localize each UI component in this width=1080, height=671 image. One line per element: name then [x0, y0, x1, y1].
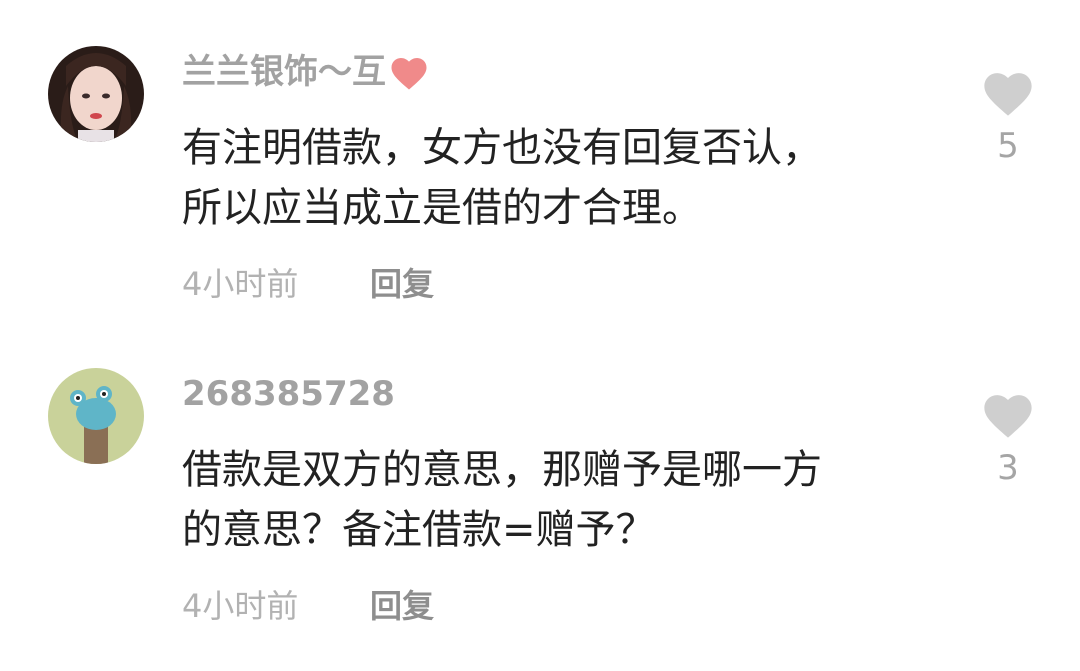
- comment-text-line: 有注明借款，女方也没有回复否认，: [182, 125, 822, 171]
- heart-icon: [388, 52, 430, 92]
- avatar[interactable]: [48, 368, 144, 464]
- username[interactable]: 268385728: [182, 372, 395, 416]
- comment-text-line: 的意思？备注借款=赠予？: [182, 507, 656, 553]
- heart-icon: [984, 395, 1032, 438]
- like-button[interactable]: 3: [976, 388, 1040, 488]
- timestamp: 4小时前: [182, 265, 299, 303]
- avatar[interactable]: [48, 46, 144, 142]
- heart-icon: [984, 73, 1032, 116]
- username[interactable]: 兰兰银饰～互: [182, 50, 430, 94]
- like-count: 3: [997, 448, 1019, 488]
- comment-text-line: 借款是双方的意思，那赠予是哪一方: [182, 447, 822, 493]
- username-text: 268385728: [182, 374, 395, 414]
- avatar-image: [48, 368, 144, 464]
- like-button[interactable]: 5: [976, 66, 1040, 166]
- comment-item: 268385728 借款是双方的意思，那赠予是哪一方 的意思？备注借款=赠予？ …: [0, 322, 1080, 642]
- comment-text: 借款是双方的意思，那赠予是哪一方 的意思？备注借款=赠予？: [182, 440, 942, 560]
- comment-text: 有注明借款，女方也没有回复否认， 所以应当成立是借的才合理。: [182, 118, 942, 238]
- reply-button[interactable]: 回复: [370, 262, 434, 306]
- comment-item: 兰兰银饰～互 有注明借款，女方也没有回复否认， 所以应当成立是借的才合理。 4小…: [0, 0, 1080, 320]
- comment-text-line: 所以应当成立是借的才合理。: [182, 185, 702, 231]
- timestamp: 4小时前: [182, 587, 299, 625]
- avatar-image: [48, 46, 144, 142]
- like-count: 5: [997, 126, 1019, 166]
- reply-button[interactable]: 回复: [370, 584, 434, 628]
- username-text: 兰兰银饰～互: [182, 52, 386, 92]
